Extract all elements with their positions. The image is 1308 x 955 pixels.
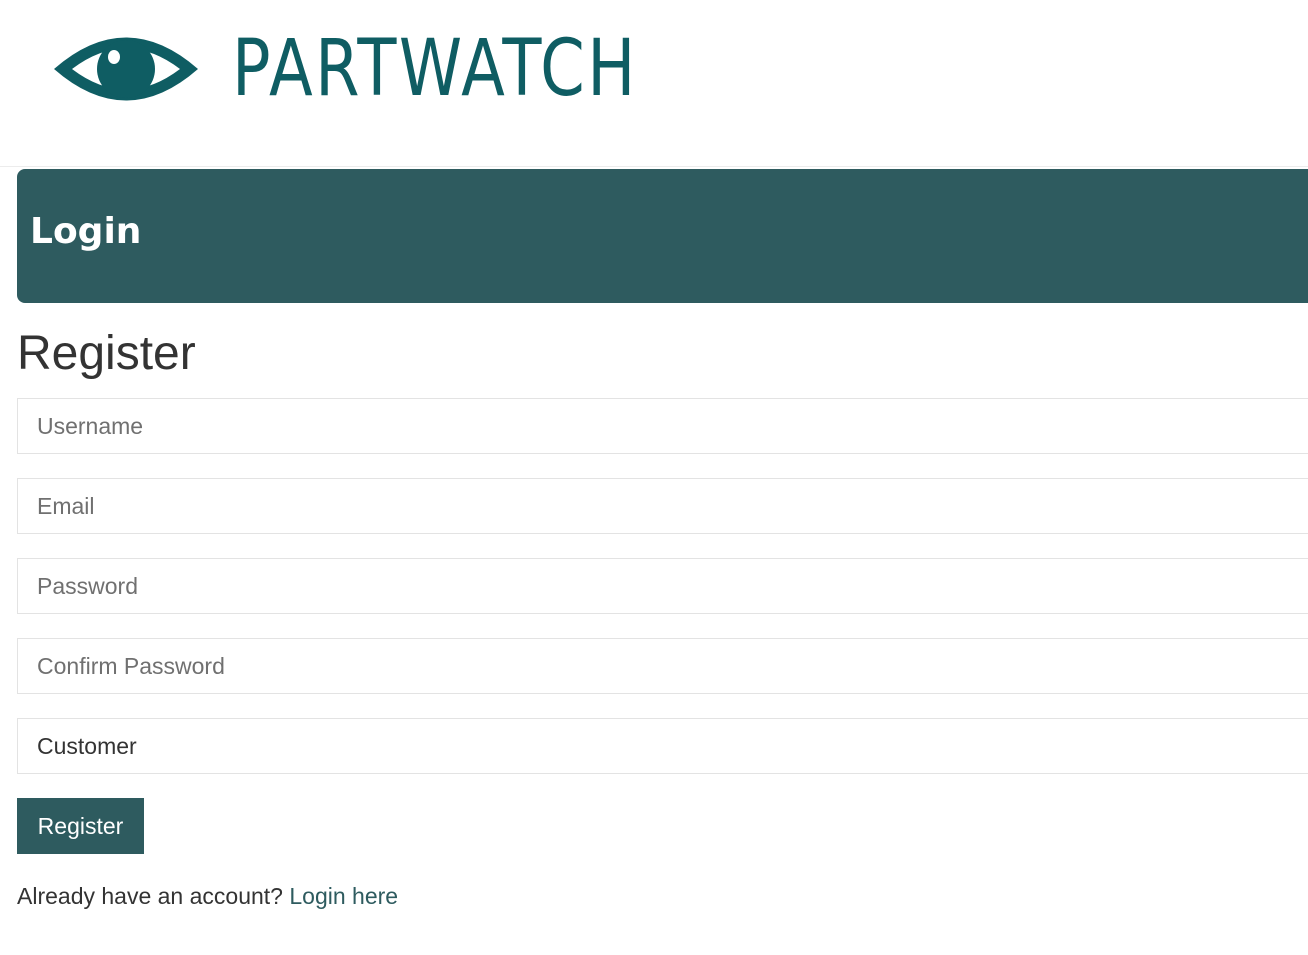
logo[interactable]: PARTWATCH: [52, 24, 727, 114]
site-header: PARTWATCH: [0, 0, 1308, 167]
login-prompt-text: Already have an account?: [17, 883, 283, 909]
role-select-value: Customer: [37, 732, 137, 759]
login-prompt: Already have an account? Login here: [17, 883, 398, 910]
role-select[interactable]: Customer: [17, 718, 1308, 774]
banner-title: Login: [30, 211, 142, 252]
logo-text: PARTWATCH: [232, 24, 638, 114]
username-input[interactable]: [17, 398, 1308, 454]
email-input[interactable]: [17, 478, 1308, 534]
confirm-password-input[interactable]: [17, 638, 1308, 694]
login-link[interactable]: Login here: [289, 883, 398, 909]
page-title: Register: [17, 327, 196, 380]
login-banner: Login: [17, 169, 1308, 303]
register-button[interactable]: Register: [17, 798, 144, 854]
password-input[interactable]: [17, 558, 1308, 614]
eye-icon: [54, 37, 198, 101]
